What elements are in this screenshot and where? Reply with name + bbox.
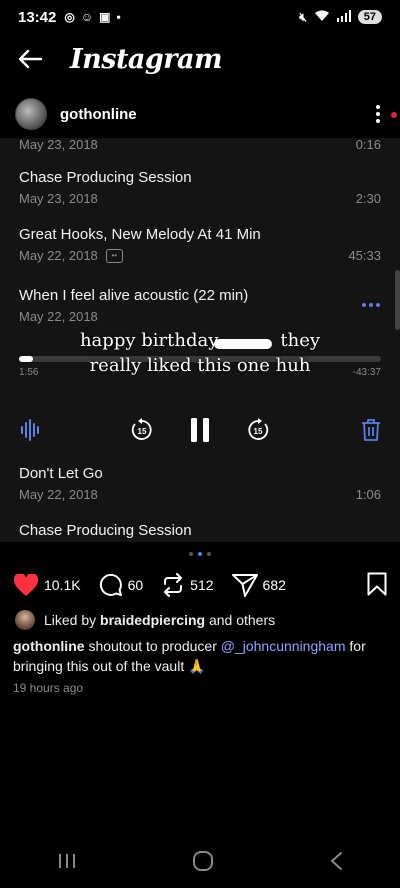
list-item[interactable]: Chase Producing Session	[0, 522, 400, 539]
send-icon	[231, 574, 258, 597]
pause-icon	[191, 418, 209, 442]
track-duration: 45:33	[348, 248, 381, 263]
redaction-scribble	[214, 339, 272, 349]
carousel-indicator	[0, 552, 400, 556]
list-item[interactable]: Don't Let Go May 22, 2018 1:06	[0, 465, 400, 502]
bookmark-icon	[367, 572, 387, 595]
mute-icon: 🔇︎	[299, 9, 307, 24]
track-date: May 22, 2018	[19, 309, 98, 324]
comment-button[interactable]: 60	[99, 573, 144, 597]
svg-text:15: 15	[254, 427, 263, 436]
snapchat-notif-icon: ☺	[80, 10, 94, 24]
signal-icon	[336, 9, 351, 25]
story-text-overlay: happy birthday they really liked this one…	[79, 330, 321, 376]
save-button[interactable]	[367, 572, 387, 599]
track-title: Chase Producing Session	[19, 169, 192, 186]
remaining-time: -43:37	[352, 367, 381, 378]
arrow-left-icon	[18, 49, 43, 69]
wifi-icon	[314, 10, 330, 25]
avatar[interactable]	[15, 98, 47, 130]
waveform-icon	[21, 419, 39, 441]
carousel-dot	[207, 552, 211, 556]
repost-icon	[164, 573, 183, 597]
caption-username[interactable]: gothonline	[13, 638, 85, 654]
track-duration: 2:30	[355, 191, 381, 206]
track-title: Great Hooks, New Melody At 41 Min	[19, 226, 261, 243]
post-timestamp: 19 hours ago	[13, 681, 84, 695]
notification-dot	[391, 112, 397, 118]
post-username[interactable]: gothonline	[60, 106, 137, 123]
repost-count: 512	[190, 577, 214, 593]
scrollbar[interactable]	[395, 270, 400, 330]
post-actions: 10.1K 60 512 682	[0, 570, 400, 600]
comment-count: 60	[127, 577, 144, 593]
post-media[interactable]: May 23, 2018 0:16 Chase Producing Sessio…	[0, 138, 400, 542]
svg-text:15: 15	[138, 427, 147, 436]
dot-icon: •	[116, 10, 121, 24]
carousel-dot	[189, 552, 193, 556]
notification-icons: ◎ ☺ ▣ •	[64, 10, 120, 24]
rewind-15-icon: 15	[131, 418, 152, 440]
system-back-button[interactable]	[329, 851, 343, 876]
like-button[interactable]: 10.1K	[13, 573, 81, 597]
repost-button[interactable]: 512	[161, 573, 214, 597]
pause-button[interactable]	[186, 410, 214, 450]
carousel-dot-active	[198, 552, 202, 556]
share-count: 682	[262, 577, 286, 593]
status-bar: 13:42 ◎ ☺ ▣ • 🔇︎ 57	[0, 0, 400, 34]
screenshot-notif-icon: ▣	[99, 10, 111, 24]
list-item[interactable]: May 23, 2018 0:16	[0, 138, 400, 152]
track-date: May 23, 2018	[19, 191, 98, 206]
mention-link[interactable]: @_johncunningham	[221, 638, 346, 654]
forward-15-icon: 15	[248, 418, 269, 440]
track-date: May 22, 2018	[19, 248, 98, 263]
list-item[interactable]: Great Hooks, New Melody At 41 Min May 22…	[0, 226, 400, 263]
app-header: Instagram	[0, 34, 400, 84]
instagram-logo: Instagram	[70, 43, 223, 75]
home-button[interactable]	[192, 850, 214, 877]
post-caption: gothonline shoutout to producer @_johncu…	[13, 638, 366, 674]
waveform-button[interactable]	[18, 410, 44, 450]
chevron-left-icon	[330, 851, 342, 870]
track-date: May 22, 2018	[19, 487, 98, 502]
instagram-notif-icon: ◎	[64, 10, 75, 24]
battery-indicator: 57	[357, 10, 382, 24]
liked-by[interactable]: Liked by braidedpiercing and others	[15, 610, 275, 630]
heart-icon	[13, 573, 39, 596]
share-button[interactable]: 682	[231, 573, 286, 597]
track-duration: 1:06	[355, 487, 381, 502]
post-header: gothonline	[0, 92, 400, 136]
comment-icon	[99, 573, 122, 596]
recent-apps-button[interactable]	[57, 852, 77, 875]
system-nav-bar	[0, 838, 400, 888]
track-title: Chase Producing Session	[19, 522, 192, 539]
liker-username[interactable]: braidedpiercing	[100, 612, 205, 628]
player-controls: 15 15	[0, 410, 400, 450]
delete-button[interactable]	[358, 410, 384, 450]
trash-icon	[362, 419, 380, 441]
skip-back-button[interactable]: 15	[128, 410, 156, 450]
liker-avatar	[15, 610, 35, 630]
elapsed-time: 1:56	[19, 367, 39, 378]
list-item[interactable]: Chase Producing Session May 23, 2018 2:3…	[0, 169, 400, 206]
status-time: 13:42	[18, 8, 57, 26]
back-button[interactable]	[0, 34, 60, 84]
track-menu-button[interactable]	[362, 303, 380, 307]
more-options-button[interactable]	[371, 105, 385, 123]
home-circle-icon	[192, 850, 213, 871]
list-item-active[interactable]: When I feel alive acoustic (22 min) May …	[0, 287, 400, 324]
recents-icon	[59, 853, 76, 868]
skip-forward-button[interactable]: 15	[244, 410, 272, 450]
comment-badge-icon: ••	[105, 248, 123, 263]
track-title: When I feel alive acoustic (22 min)	[19, 287, 249, 304]
like-count: 10.1K	[44, 577, 81, 593]
track-title: Don't Let Go	[19, 465, 103, 482]
